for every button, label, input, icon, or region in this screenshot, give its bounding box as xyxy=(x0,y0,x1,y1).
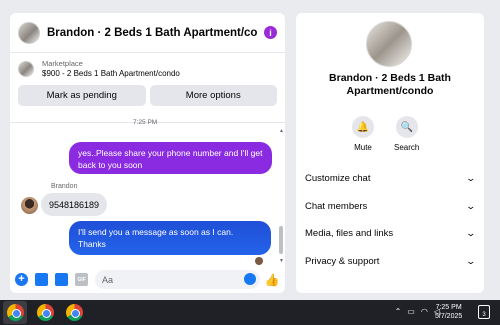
listing-thumbnail-small xyxy=(18,60,34,77)
photo-icon[interactable] xyxy=(35,273,48,286)
notification-icon[interactable]: 3 xyxy=(478,305,490,319)
search-icon: 🔍 xyxy=(395,116,418,138)
seen-avatar xyxy=(255,257,263,265)
chrome-icon[interactable] xyxy=(37,304,54,321)
chevron-up-icon[interactable]: ⌃ xyxy=(395,307,402,316)
chevron-down-icon: ⌄ xyxy=(465,173,477,184)
sticker-icon[interactable] xyxy=(55,273,68,286)
clock-time: 7:25 PM xyxy=(435,304,462,311)
composer: + GIF Aa 👍 xyxy=(10,266,285,293)
avatar[interactable] xyxy=(21,197,38,214)
chrome-icon[interactable] xyxy=(66,304,83,321)
mark-as-pending-button[interactable]: Mark as pending xyxy=(18,85,146,106)
chrome-icon[interactable] xyxy=(7,304,24,321)
marketplace-label: Marketplace xyxy=(42,59,83,68)
scroll-up-icon[interactable]: ▲ xyxy=(279,128,284,134)
clock-date: 5/7/2025 xyxy=(435,313,463,320)
chevron-down-icon: ⌄ xyxy=(465,228,477,239)
incoming-message[interactable]: 9548186189 xyxy=(41,193,108,216)
scrollbar[interactable] xyxy=(279,226,283,254)
marketplace-card: Marketplace $900 - 2 Beds 1 Bath Apartme… xyxy=(10,53,285,123)
message-timestamp: 7:25 PM xyxy=(133,119,158,126)
gif-icon[interactable]: GIF xyxy=(75,273,88,286)
outgoing-message[interactable]: I'll send you a message as soon as I can… xyxy=(69,221,271,255)
outgoing-message[interactable]: yes..Please share your phone number and … xyxy=(69,142,272,174)
message-placeholder: Aa xyxy=(102,274,114,285)
mute-label: Mute xyxy=(354,143,372,152)
bell-icon: 🔔 xyxy=(352,116,374,138)
more-options-button[interactable]: More options xyxy=(149,85,277,106)
listing-image xyxy=(366,21,412,67)
conversation-title: Brandon · 2 Beds 1 Bath Apartment/condo xyxy=(329,72,451,97)
chat-title: Brandon · 2 Beds 1 Bath Apartment/co... xyxy=(47,26,258,39)
mute-button[interactable]: 🔔 Mute xyxy=(352,116,374,152)
wifi-icon[interactable]: ◠ xyxy=(421,307,428,316)
chevron-down-icon: ⌄ xyxy=(465,255,477,266)
emoji-icon[interactable] xyxy=(244,273,256,285)
search-label: Search xyxy=(394,143,420,152)
listing-title[interactable]: $900 - 2 Beds 1 Bath Apartment/condo xyxy=(42,69,180,78)
thumbs-up-icon[interactable]: 👍 xyxy=(265,273,280,287)
message-list: 7:25 PM yes..Please share your phone num… xyxy=(10,119,285,266)
menu-customize-chat[interactable]: Customize chat ⌄ xyxy=(305,165,477,193)
system-tray: ⌃ ▭ ◠ ◁ xyxy=(395,307,440,316)
scroll-down-icon[interactable]: ▼ xyxy=(279,258,284,264)
menu-privacy-support[interactable]: Privacy & support ⌄ xyxy=(305,248,477,276)
conversation-info-panel: Brandon · 2 Beds 1 Bath Apartment/condo … xyxy=(296,13,484,293)
info-icon[interactable]: i xyxy=(264,26,277,39)
plus-icon[interactable]: + xyxy=(15,273,28,286)
taskbar-clock[interactable]: 7:25 PM 5/7/2025 xyxy=(435,303,462,321)
chevron-down-icon: ⌄ xyxy=(465,200,477,211)
search-button[interactable]: 🔍 Search xyxy=(394,116,419,152)
chat-header[interactable]: Brandon · 2 Beds 1 Bath Apartment/co... … xyxy=(10,13,285,53)
taskbar: ⌃ ▭ ◠ ◁ 7:25 PM 5/7/2025 3 xyxy=(0,300,500,325)
sender-name: Brandon xyxy=(51,183,78,190)
battery-icon[interactable]: ▭ xyxy=(407,307,415,316)
menu-media-files-links[interactable]: Media, files and links ⌄ xyxy=(305,220,477,248)
listing-thumbnail xyxy=(18,21,40,44)
chat-window: Brandon · 2 Beds 1 Bath Apartment/co... … xyxy=(10,13,285,293)
info-menu: Customize chat ⌄ Chat members ⌄ Media, fil… xyxy=(305,165,477,276)
menu-chat-members[interactable]: Chat members ⌄ xyxy=(305,193,477,221)
message-input[interactable]: Aa xyxy=(95,270,260,289)
